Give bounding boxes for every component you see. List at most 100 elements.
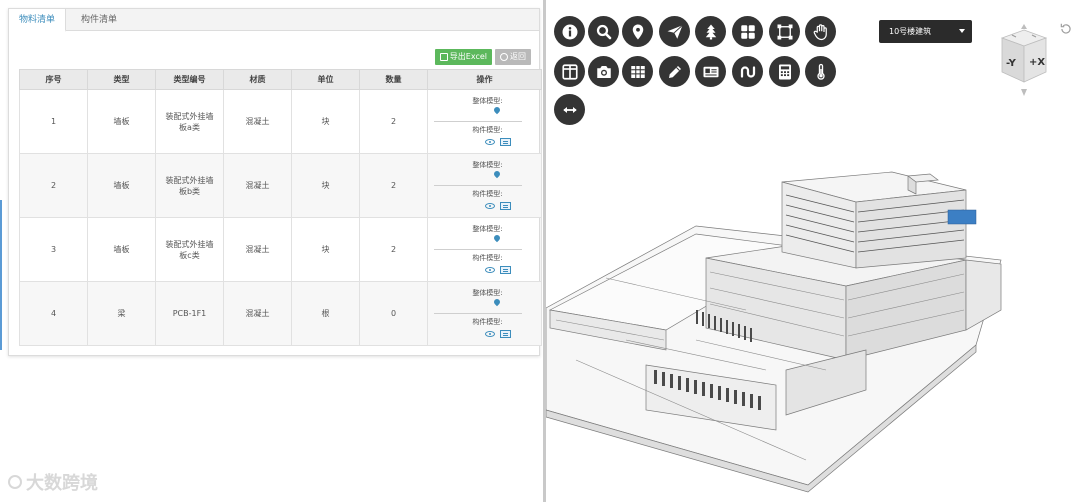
search-button[interactable] (588, 16, 619, 47)
cube-face-right: +X (1029, 57, 1046, 68)
eye-icon[interactable] (484, 331, 495, 337)
eye-icon[interactable] (484, 267, 495, 273)
grid-view-button[interactable] (732, 16, 763, 47)
temperature-button[interactable] (805, 56, 836, 87)
component-model-label: 构件模型: (472, 318, 503, 326)
location-pin-icon (632, 24, 643, 39)
cell-no: 4 (19, 281, 88, 346)
whole-model-label: 整体模型: (472, 289, 503, 297)
table-row: 1 墙板 装配式外挂墙板a类 混凝土 块 2 整体模型: 构件模型: (19, 89, 542, 154)
building-3d-model[interactable] (546, 160, 1080, 502)
cell-material: 混凝土 (223, 217, 292, 282)
split-view-button[interactable] (554, 56, 585, 87)
divider (434, 121, 522, 122)
export-excel-button[interactable]: 导出Excel (434, 49, 492, 65)
info-icon (562, 24, 577, 39)
header-type-code: 类型编号 (155, 69, 224, 90)
cell-type: 墙板 (87, 217, 156, 282)
cell-actions: 整体模型: 构件模型: (427, 89, 542, 154)
location-button[interactable] (622, 16, 653, 47)
properties-card-icon[interactable] (499, 202, 511, 210)
cell-code-text: 装配式外挂墙板b类 (165, 175, 214, 196)
back-label: 返回 (510, 52, 526, 61)
cell-code-text: 装配式外挂墙板c类 (165, 239, 214, 260)
screenshot-button[interactable] (588, 56, 619, 87)
annotate-button[interactable] (659, 56, 690, 87)
app-window: 物料清单 构件清单 导出Excel 返回 序号 类型 类型编号 材质 单位 数量… (0, 0, 1080, 502)
table-icon (630, 65, 645, 78)
search-icon (596, 24, 611, 39)
locate-pin-icon[interactable] (494, 235, 500, 243)
eye-icon[interactable] (484, 203, 495, 209)
properties-button[interactable] (695, 56, 726, 87)
send-button[interactable] (659, 16, 690, 47)
cell-code: PCB-1F1 (155, 281, 224, 346)
reset-view-icon[interactable] (1059, 22, 1073, 36)
cell-no: 3 (19, 217, 88, 282)
properties-card-icon[interactable] (499, 138, 511, 146)
info-button[interactable] (554, 16, 585, 47)
locate-pin-icon[interactable] (494, 171, 500, 179)
back-arrow-icon (500, 53, 508, 61)
measure-arrows-icon (562, 106, 577, 113)
component-model-label: 构件模型: (472, 190, 503, 198)
whole-model-label: 整体模型: (472, 161, 503, 169)
chevron-down-icon (959, 29, 965, 33)
path-icon (740, 65, 755, 78)
measure-button[interactable] (554, 94, 585, 125)
pan-button[interactable] (805, 16, 836, 47)
send-icon (667, 24, 683, 39)
calculator-button[interactable] (769, 56, 800, 87)
whole-model-label: 整体模型: (472, 97, 503, 105)
cell-unit: 块 (291, 217, 360, 282)
component-model-label: 构件模型: (472, 126, 503, 134)
building-select-value: 10号楼建筑 (889, 27, 932, 36)
tab-component-list[interactable]: 构件清单 (69, 9, 129, 31)
locate-pin-icon[interactable] (494, 107, 500, 115)
bounding-box-button[interactable] (769, 16, 800, 47)
camera-icon (596, 65, 611, 78)
tab-material-list[interactable]: 物料清单 (9, 9, 66, 32)
locate-pin-icon[interactable] (494, 299, 500, 307)
material-table: 序号 类型 类型编号 材质 单位 数量 操作 1 墙板 装配式外挂墙板a类 混凝 (19, 69, 542, 346)
cell-actions: 整体模型: 构件模型: (427, 153, 542, 218)
cell-unit: 根 (291, 281, 360, 346)
divider (434, 313, 522, 314)
building-select[interactable]: 10号楼建筑 (879, 20, 972, 43)
eye-icon[interactable] (484, 139, 495, 145)
view-cube[interactable]: -Y +X (996, 24, 1052, 96)
cell-no: 2 (19, 153, 88, 218)
whole-model-label: 整体模型: (472, 225, 503, 233)
tree-button[interactable] (695, 16, 726, 47)
cell-quantity: 0 (359, 281, 428, 346)
panel-toolbar: 导出Excel 返回 (434, 49, 531, 65)
cell-no: 1 (19, 89, 88, 154)
cell-type: 梁 (87, 281, 156, 346)
properties-card-icon[interactable] (499, 330, 511, 338)
header-no: 序号 (19, 69, 88, 90)
header-material: 材质 (223, 69, 292, 90)
table-button[interactable] (622, 56, 653, 87)
hand-pan-icon (813, 23, 827, 40)
cell-quantity: 2 (359, 217, 428, 282)
header-type: 类型 (87, 69, 156, 90)
cube-face-left: -Y (1006, 58, 1016, 69)
properties-card-icon[interactable] (499, 266, 511, 274)
model-viewer[interactable]: 10号楼建筑 -Y +X (546, 0, 1080, 502)
path-button[interactable] (732, 56, 763, 87)
cell-actions: 整体模型: 构件模型: (427, 217, 542, 282)
watermark: 大数跨境 (8, 470, 98, 494)
cell-code: 装配式外挂墙板b类 (155, 153, 224, 218)
bounding-box-icon (777, 24, 792, 39)
table-row: 2 墙板 装配式外挂墙板b类 混凝土 块 2 整体模型: 构件模型: (19, 153, 542, 218)
cell-actions: 整体模型: 构件模型: (427, 281, 542, 346)
list-pane: 物料清单 构件清单 导出Excel 返回 序号 类型 类型编号 材质 单位 数量… (0, 0, 543, 502)
cell-code: 装配式外挂墙板a类 (155, 89, 224, 154)
table-header-row: 序号 类型 类型编号 材质 单位 数量 操作 (19, 69, 542, 90)
cell-material: 混凝土 (223, 281, 292, 346)
header-actions: 操作 (427, 69, 542, 90)
header-unit: 单位 (291, 69, 360, 90)
back-button[interactable]: 返回 (495, 49, 531, 65)
thermometer-icon (816, 63, 825, 80)
cell-quantity: 2 (359, 89, 428, 154)
